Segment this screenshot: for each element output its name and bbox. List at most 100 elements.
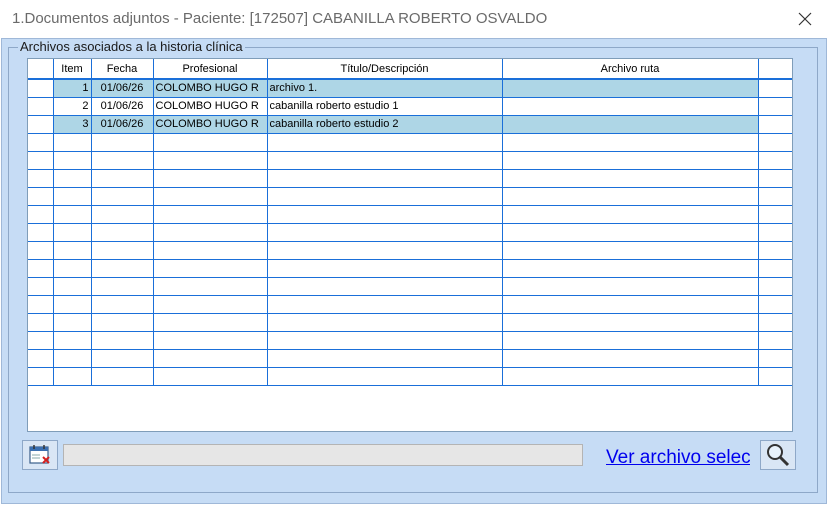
cell-profesional bbox=[153, 313, 268, 332]
empty-table-row[interactable] bbox=[28, 241, 792, 260]
cell-profesional bbox=[153, 169, 268, 188]
cell-fecha bbox=[91, 295, 154, 314]
cell-item: 2 bbox=[53, 97, 92, 116]
empty-table-row[interactable] bbox=[28, 295, 792, 314]
cell-ruta bbox=[502, 259, 759, 278]
cell-profesional bbox=[153, 277, 268, 296]
column-header-fecha[interactable]: Fecha bbox=[91, 59, 154, 80]
cell-extra bbox=[758, 79, 792, 98]
cell-titulo bbox=[267, 133, 503, 152]
cell-titulo bbox=[267, 349, 503, 368]
cell-ruta bbox=[502, 349, 759, 368]
cell-ruta bbox=[502, 97, 759, 116]
cell-profesional: COLOMBO HUGO R bbox=[153, 79, 268, 98]
empty-table-row[interactable] bbox=[28, 259, 792, 278]
row-selector[interactable] bbox=[28, 223, 54, 242]
empty-table-row[interactable] bbox=[28, 367, 792, 386]
cell-extra bbox=[758, 115, 792, 134]
empty-table-row[interactable] bbox=[28, 223, 792, 242]
cell-profesional bbox=[153, 259, 268, 278]
cell-extra bbox=[758, 205, 792, 224]
cell-item bbox=[53, 295, 92, 314]
cell-item bbox=[53, 223, 92, 242]
empty-table-row[interactable] bbox=[28, 313, 792, 332]
cell-titulo bbox=[267, 151, 503, 170]
cell-ruta bbox=[502, 331, 759, 350]
table-row[interactable]: 1 01/06/26 COLOMBO HUGO R archivo 1. bbox=[28, 79, 792, 98]
cell-fecha bbox=[91, 367, 154, 386]
cell-fecha bbox=[91, 169, 154, 188]
empty-table-row[interactable] bbox=[28, 187, 792, 206]
table-row[interactable]: 2 01/06/26 COLOMBO HUGO R cabanilla robe… bbox=[28, 97, 792, 116]
search-button[interactable] bbox=[760, 440, 796, 470]
cell-titulo bbox=[267, 277, 503, 296]
view-file-link[interactable]: Ver archivo seleccionado bbox=[606, 447, 750, 469]
cell-ruta bbox=[502, 313, 759, 332]
cell-titulo bbox=[267, 205, 503, 224]
file-path-field[interactable] bbox=[63, 444, 583, 466]
cell-ruta bbox=[502, 151, 759, 170]
title-bar: 1.Documentos adjuntos - Paciente: [17250… bbox=[0, 0, 828, 38]
row-selector[interactable] bbox=[28, 205, 54, 224]
row-selector[interactable] bbox=[28, 241, 54, 260]
empty-table-row[interactable] bbox=[28, 205, 792, 224]
row-selector[interactable] bbox=[28, 133, 54, 152]
column-header-profesional[interactable]: Profesional bbox=[153, 59, 268, 80]
row-selector[interactable] bbox=[28, 349, 54, 368]
row-selector[interactable] bbox=[28, 277, 54, 296]
row-selector[interactable] bbox=[28, 313, 54, 332]
cell-ruta bbox=[502, 79, 759, 98]
cell-extra bbox=[758, 97, 792, 116]
cell-titulo bbox=[267, 223, 503, 242]
row-selector[interactable] bbox=[28, 97, 54, 116]
calendar-delete-icon bbox=[29, 445, 50, 464]
empty-table-row[interactable] bbox=[28, 331, 792, 350]
table-row[interactable]: 3 01/06/26 COLOMBO HUGO R cabanilla robe… bbox=[28, 115, 792, 134]
empty-table-row[interactable] bbox=[28, 349, 792, 368]
row-selector[interactable] bbox=[28, 79, 54, 98]
column-header-ruta[interactable]: Archivo ruta bbox=[502, 59, 759, 80]
row-selector[interactable] bbox=[28, 259, 54, 278]
row-selector[interactable] bbox=[28, 367, 54, 386]
cell-ruta bbox=[502, 115, 759, 134]
files-grid[interactable]: Item Fecha Profesional Título/Descripció… bbox=[27, 58, 793, 432]
cell-profesional bbox=[153, 241, 268, 260]
empty-table-row[interactable] bbox=[28, 151, 792, 170]
row-selector[interactable] bbox=[28, 169, 54, 188]
column-header-titulo[interactable]: Título/Descripción bbox=[267, 59, 503, 80]
row-selector[interactable] bbox=[28, 295, 54, 314]
cell-titulo: archivo 1. bbox=[267, 79, 503, 98]
row-selector[interactable] bbox=[28, 115, 54, 134]
cell-extra bbox=[758, 151, 792, 170]
cell-fecha bbox=[91, 133, 154, 152]
empty-table-row[interactable] bbox=[28, 277, 792, 296]
cell-ruta bbox=[502, 169, 759, 188]
cell-extra bbox=[758, 313, 792, 332]
column-header-item[interactable]: Item bbox=[53, 59, 92, 80]
cell-item bbox=[53, 133, 92, 152]
column-header-selector[interactable] bbox=[28, 59, 54, 80]
row-selector[interactable] bbox=[28, 151, 54, 170]
cell-item bbox=[53, 169, 92, 188]
cell-titulo bbox=[267, 187, 503, 206]
cell-ruta bbox=[502, 133, 759, 152]
empty-table-row[interactable] bbox=[28, 133, 792, 152]
cell-profesional: COLOMBO HUGO R bbox=[153, 115, 268, 134]
row-selector[interactable] bbox=[28, 187, 54, 206]
cell-titulo bbox=[267, 295, 503, 314]
delete-date-button[interactable] bbox=[22, 440, 58, 470]
row-selector[interactable] bbox=[28, 331, 54, 350]
cell-profesional bbox=[153, 133, 268, 152]
cell-profesional: COLOMBO HUGO R bbox=[153, 97, 268, 116]
cell-item bbox=[53, 349, 92, 368]
cell-extra bbox=[758, 133, 792, 152]
cell-titulo bbox=[267, 331, 503, 350]
cell-titulo: cabanilla roberto estudio 2 bbox=[267, 115, 503, 134]
close-button[interactable] bbox=[782, 0, 828, 38]
cell-fecha: 01/06/26 bbox=[91, 115, 154, 134]
cell-item bbox=[53, 259, 92, 278]
cell-item bbox=[53, 277, 92, 296]
cell-fecha bbox=[91, 223, 154, 242]
empty-table-row[interactable] bbox=[28, 169, 792, 188]
cell-titulo bbox=[267, 259, 503, 278]
